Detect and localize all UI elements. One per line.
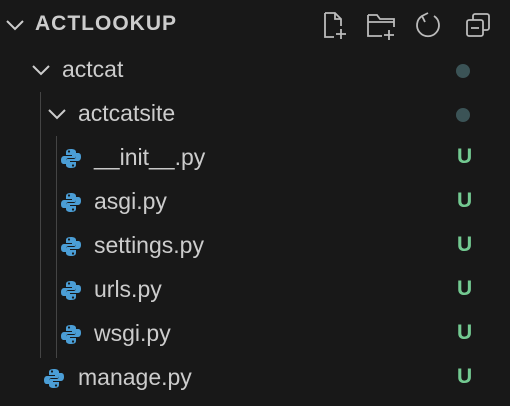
modified-indicator bbox=[456, 64, 470, 78]
file-label: __init__.py bbox=[94, 144, 206, 170]
collapse-all-icon bbox=[466, 13, 490, 37]
python-file-icon bbox=[44, 369, 64, 388]
refresh-icon bbox=[416, 12, 440, 38]
new-folder-button[interactable] bbox=[364, 8, 398, 42]
section-title: ACTLOOKUP bbox=[35, 12, 177, 35]
file-label: asgi.py bbox=[94, 188, 167, 214]
tree-folder-actcatsite[interactable]: actcatsite bbox=[0, 92, 510, 136]
python-file-icon bbox=[61, 325, 81, 344]
chevron-down-icon[interactable] bbox=[4, 14, 26, 36]
tree-file[interactable]: urls.py U bbox=[0, 268, 510, 312]
chevron-down-icon bbox=[32, 65, 50, 76]
new-folder-icon bbox=[367, 14, 395, 40]
git-status-badge: U bbox=[457, 365, 473, 388]
file-label: manage.py bbox=[78, 364, 192, 390]
tree-file[interactable]: asgi.py U bbox=[0, 180, 510, 224]
file-label: wsgi.py bbox=[94, 320, 171, 346]
tree-file[interactable]: settings.py U bbox=[0, 224, 510, 268]
tree-file-manage[interactable]: manage.py U bbox=[0, 356, 510, 400]
tree-folder-actcat[interactable]: actcat bbox=[0, 48, 510, 92]
git-status-badge: U bbox=[457, 321, 473, 344]
folder-label: actcat bbox=[62, 56, 124, 82]
refresh-button[interactable] bbox=[411, 8, 445, 42]
modified-indicator bbox=[456, 108, 470, 122]
python-file-icon bbox=[61, 281, 81, 300]
python-file-icon bbox=[61, 149, 81, 168]
tree-file[interactable]: wsgi.py U bbox=[0, 312, 510, 356]
folder-label: actcatsite bbox=[78, 100, 176, 126]
file-label: urls.py bbox=[94, 276, 162, 302]
tree-file[interactable]: __init__.py U bbox=[0, 136, 510, 180]
explorer-panel: ACTLOOKUP actcat actcatsite __init__.py … bbox=[0, 0, 510, 406]
explorer-section-header[interactable]: ACTLOOKUP bbox=[0, 0, 510, 48]
git-status-badge: U bbox=[457, 233, 473, 256]
file-label: settings.py bbox=[94, 232, 204, 258]
git-status-badge: U bbox=[457, 189, 473, 212]
git-status-badge: U bbox=[457, 277, 473, 300]
new-file-icon bbox=[324, 12, 346, 39]
python-file-icon bbox=[61, 237, 81, 256]
collapse-all-button[interactable] bbox=[461, 8, 495, 42]
chevron-down-icon bbox=[48, 109, 66, 120]
python-file-icon bbox=[61, 193, 81, 212]
git-status-badge: U bbox=[457, 145, 473, 168]
new-file-button[interactable] bbox=[317, 8, 351, 42]
